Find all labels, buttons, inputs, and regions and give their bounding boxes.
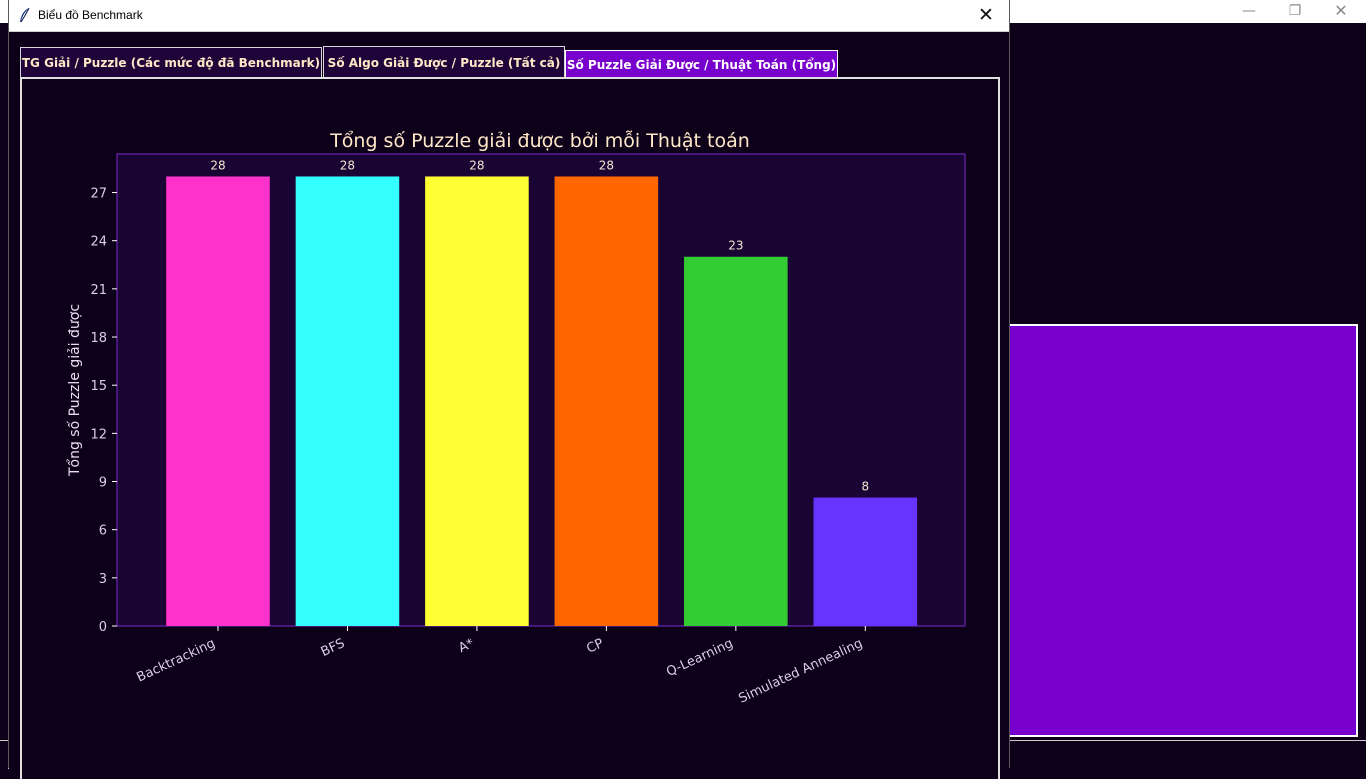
x-tick-label-2: A* bbox=[456, 636, 477, 656]
window-title: Biểu đồ Benchmark bbox=[38, 8, 143, 22]
background-bottom-bar bbox=[1000, 740, 1366, 769]
background-minimize-button[interactable]: — bbox=[1226, 0, 1272, 22]
x-tick-label-5: Simulated Annealing bbox=[736, 636, 865, 707]
y-axis-label: Tổng số Puzzle giải được bbox=[66, 304, 83, 477]
data-label-2: 28 bbox=[469, 158, 484, 172]
x-tick-label-0: Backtracking bbox=[135, 636, 218, 685]
tab-puzzles-solved-per-algorithm[interactable]: Số Puzzle Giải Được / Thuật Toán (Tổng) bbox=[565, 50, 838, 78]
data-label-1: 28 bbox=[340, 158, 355, 172]
bar-chart: Tổng số Puzzle giải được bởi mỗi Thuật t… bbox=[66, 129, 966, 707]
background-purple-panel bbox=[1002, 324, 1358, 737]
bar-4 bbox=[684, 256, 788, 626]
window-titlebar: Biểu đồ Benchmark ✕ bbox=[9, 0, 1009, 32]
tab-algos-solved-per-puzzle[interactable]: Số Algo Giải Được / Puzzle (Tất cả) bbox=[323, 46, 565, 77]
close-button[interactable]: ✕ bbox=[963, 0, 1009, 31]
bar-1 bbox=[295, 176, 400, 626]
x-tick-label-3: CP bbox=[584, 636, 606, 657]
y-tick-label-3: 9 bbox=[99, 476, 107, 491]
bar-0 bbox=[166, 176, 270, 626]
data-label-0: 28 bbox=[210, 158, 225, 172]
benchmark-chart-window: Biểu đồ Benchmark ✕ TG Giải / Puzzle (Cá… bbox=[8, 0, 1010, 779]
bar-5 bbox=[813, 497, 918, 626]
y-tick-label-8: 24 bbox=[90, 235, 107, 250]
y-tick-label-1: 3 bbox=[99, 572, 107, 587]
y-tick-label-4: 12 bbox=[90, 427, 107, 442]
x-tick-label-4: Q-Learning bbox=[664, 636, 735, 680]
tab-solve-time-per-puzzle[interactable]: TG Giải / Puzzle (Các mức độ đã Benchmar… bbox=[20, 47, 322, 77]
y-tick-label-0: 0 bbox=[99, 620, 107, 635]
bar-2 bbox=[425, 176, 529, 626]
y-tick-label-7: 21 bbox=[90, 283, 107, 298]
x-tick-label-1: BFS bbox=[319, 636, 347, 660]
bar-3 bbox=[554, 176, 659, 626]
data-label-3: 28 bbox=[599, 158, 614, 172]
y-tick-label-2: 6 bbox=[99, 524, 107, 539]
feather-icon bbox=[20, 7, 30, 23]
y-tick-label-5: 15 bbox=[90, 379, 107, 394]
data-label-5: 8 bbox=[861, 480, 869, 494]
data-label-4: 23 bbox=[728, 239, 743, 253]
background-maximize-button[interactable]: ❐ bbox=[1272, 0, 1318, 22]
y-tick-label-9: 27 bbox=[90, 187, 107, 202]
background-close-button[interactable]: ✕ bbox=[1318, 0, 1364, 22]
tab-content-frame: Tổng số Puzzle giải được bởi mỗi Thuật t… bbox=[20, 77, 1000, 779]
chart-title: Tổng số Puzzle giải được bởi mỗi Thuật t… bbox=[329, 129, 750, 152]
y-tick-label-6: 18 bbox=[90, 331, 107, 346]
